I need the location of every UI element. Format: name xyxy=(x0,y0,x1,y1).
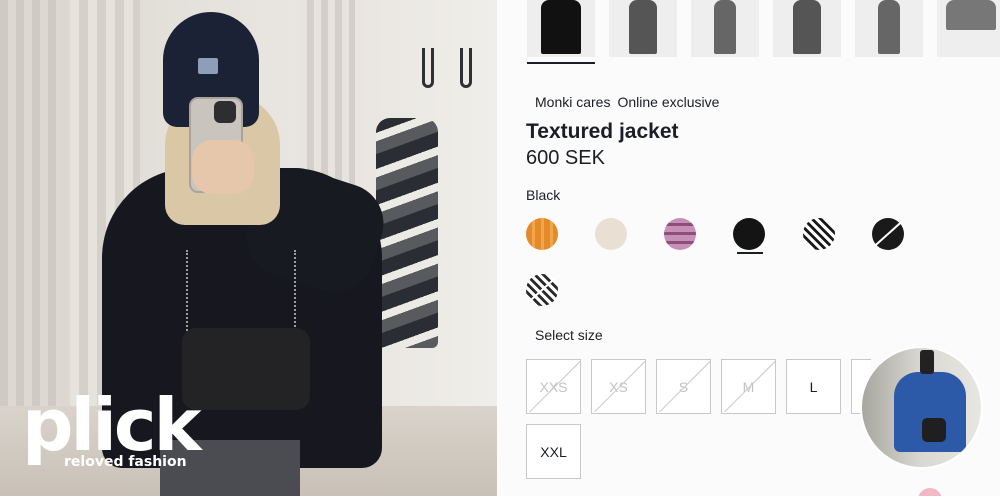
tag-online-exclusive: Online exclusive xyxy=(617,94,720,110)
phone-camera xyxy=(214,101,236,123)
color-swatch-cream[interactable] xyxy=(595,218,627,250)
logo-word: plick xyxy=(22,383,201,467)
color-swatch-pink-plaid[interactable] xyxy=(664,218,696,250)
thumbnail-1[interactable] xyxy=(527,0,595,57)
thumbnail-4[interactable] xyxy=(773,0,841,57)
color-swatch-black-unavailable[interactable] xyxy=(872,218,904,250)
thumbnail-5[interactable] xyxy=(855,0,923,57)
size-option-xxs[interactable]: XXS xyxy=(526,359,581,414)
hand xyxy=(192,140,254,194)
thumbnail-selected-indicator xyxy=(527,62,595,64)
wall-hook xyxy=(422,48,434,88)
fitting-room-photo: plick reloved fashion xyxy=(0,0,497,496)
selected-color-name: Black xyxy=(526,187,561,203)
product-thumbnails xyxy=(527,0,1000,66)
color-swatch-houndstooth-unavailable[interactable] xyxy=(526,274,558,306)
color-swatch-houndstooth[interactable] xyxy=(803,218,835,250)
thumbnail-6[interactable] xyxy=(937,0,1000,57)
tag-monki-cares: Monki cares xyxy=(535,94,611,110)
plick-logo: plick reloved fashion xyxy=(22,383,201,470)
beanie-patch xyxy=(198,58,218,74)
bag-chain-strap xyxy=(186,250,296,335)
product-title: Textured jacket xyxy=(526,120,679,143)
size-option-s[interactable]: S xyxy=(656,359,711,414)
hanging-dress xyxy=(376,118,438,348)
product-tags: Monki cares Online exclusive xyxy=(535,94,726,110)
color-selected-indicator xyxy=(737,252,763,254)
thumbnail-2[interactable] xyxy=(609,0,677,57)
inset-photo-blue-jacket xyxy=(860,346,983,469)
color-swatch-black[interactable] xyxy=(733,218,765,250)
select-size-label: Select size xyxy=(535,327,603,343)
color-swatch-orange-plaid[interactable] xyxy=(526,218,558,250)
logo-tagline: reloved fashion xyxy=(64,454,187,470)
size-option-l[interactable]: L xyxy=(786,359,841,414)
inset-bag xyxy=(922,418,946,442)
shoulder-bag xyxy=(182,328,310,410)
thumbnail-3[interactable] xyxy=(691,0,759,57)
wall-hook xyxy=(460,48,472,88)
size-option-m[interactable]: M xyxy=(721,359,776,414)
size-option-xs[interactable]: XS xyxy=(591,359,646,414)
size-option-xxl[interactable]: XXL xyxy=(526,424,581,479)
product-price: 600 SEK xyxy=(526,147,605,169)
inset-phone xyxy=(920,350,934,374)
